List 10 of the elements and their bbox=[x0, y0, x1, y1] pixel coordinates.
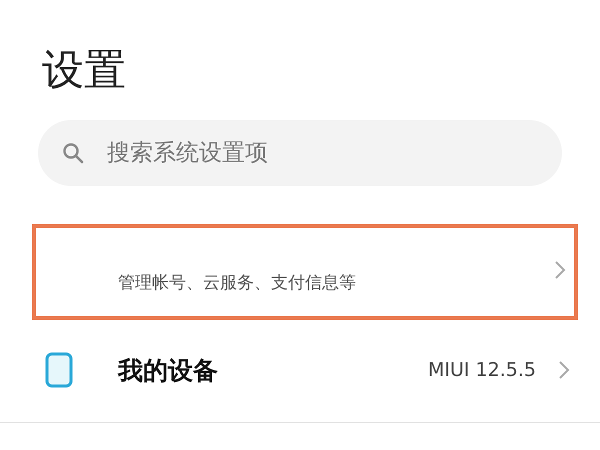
page-title: 设置 bbox=[42, 44, 127, 96]
account-subtitle: 管理帐号、云服务、支付信息等 bbox=[118, 272, 356, 294]
phone-icon bbox=[45, 352, 73, 388]
row-value: MIUI 12.5.5 bbox=[428, 359, 536, 381]
row-label: 我的设备 bbox=[118, 354, 219, 386]
settings-row[interactable]: 我的设备 MIUI 12.5.5 bbox=[0, 330, 600, 410]
chevron-icon bbox=[554, 260, 566, 280]
search-field[interactable]: 搜索系统设置项 bbox=[38, 120, 562, 186]
chevron-icon bbox=[558, 360, 570, 380]
account-row[interactable]: 管理帐号、云服务、支付信息等 bbox=[32, 224, 578, 320]
